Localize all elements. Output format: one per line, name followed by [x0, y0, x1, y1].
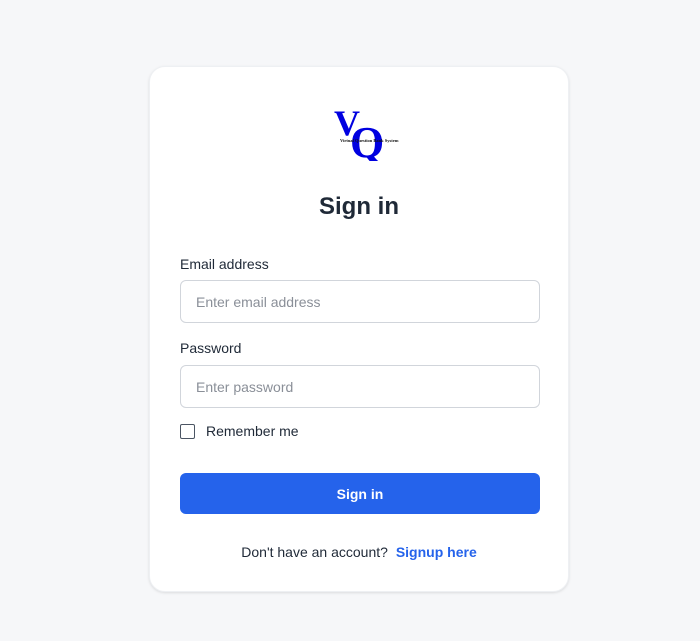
email-label: Email address: [180, 256, 269, 272]
app-logo: V Q Virtual Question Bank System: [334, 105, 400, 161]
remember-me-checkbox[interactable]: [180, 423, 195, 439]
signup-link[interactable]: Signup here: [396, 544, 477, 560]
signin-button[interactable]: Sign in: [180, 473, 540, 514]
email-field[interactable]: [180, 280, 540, 323]
remember-me-row[interactable]: Remember me: [180, 423, 299, 439]
password-label: Password: [180, 340, 242, 356]
remember-me-label[interactable]: Remember me: [206, 423, 299, 439]
signup-prompt-text: Don't have an account?: [241, 544, 388, 560]
signup-prompt-row: Don't have an account? Signup here: [150, 544, 568, 560]
password-field[interactable]: [180, 365, 540, 408]
signin-card: V Q Virtual Question Bank System Sign in…: [149, 66, 569, 592]
svg-text:Virtual Question Bank System: Virtual Question Bank System: [340, 138, 399, 143]
page-title: Sign in: [319, 193, 399, 220]
